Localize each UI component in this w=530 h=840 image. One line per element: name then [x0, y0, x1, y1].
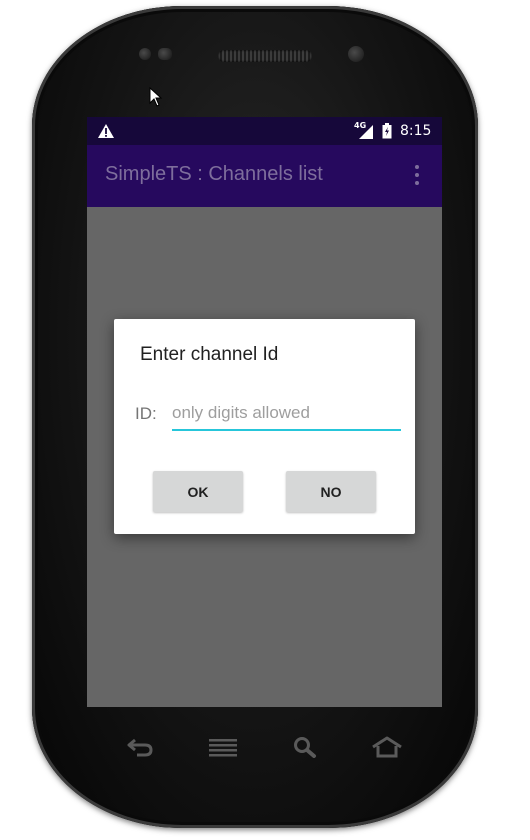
channel-id-dialog: Enter channel Id ID: OK NO — [114, 319, 415, 534]
light-sensor — [158, 48, 172, 60]
no-button[interactable]: NO — [286, 471, 376, 512]
proximity-sensor — [139, 48, 151, 60]
app-title: SimpleTS : Channels list — [105, 163, 323, 185]
emulator-stage: 4G 8:15 SimpleTS : Channels list Enter c… — [0, 0, 530, 840]
overflow-menu-icon[interactable] — [405, 163, 429, 189]
device-screen: 4G 8:15 SimpleTS : Channels list Enter c… — [87, 117, 442, 707]
home-icon[interactable] — [370, 736, 404, 758]
warning-icon — [98, 124, 114, 138]
status-bar: 4G 8:15 — [87, 117, 442, 145]
earpiece-speaker — [218, 50, 312, 62]
mouse-cursor-icon — [149, 87, 163, 107]
search-icon[interactable] — [292, 736, 318, 758]
back-icon[interactable] — [125, 736, 155, 758]
front-camera — [348, 46, 364, 62]
clock: 8:15 — [400, 123, 432, 139]
channel-id-input[interactable] — [172, 397, 401, 431]
battery-icon — [382, 123, 392, 139]
dialog-title: Enter channel Id — [140, 344, 279, 365]
id-field-label: ID: — [135, 404, 157, 423]
menu-icon[interactable] — [207, 736, 239, 758]
ok-button[interactable]: OK — [153, 471, 243, 512]
app-toolbar: SimpleTS : Channels list — [87, 145, 442, 207]
signal-icon — [359, 125, 373, 139]
